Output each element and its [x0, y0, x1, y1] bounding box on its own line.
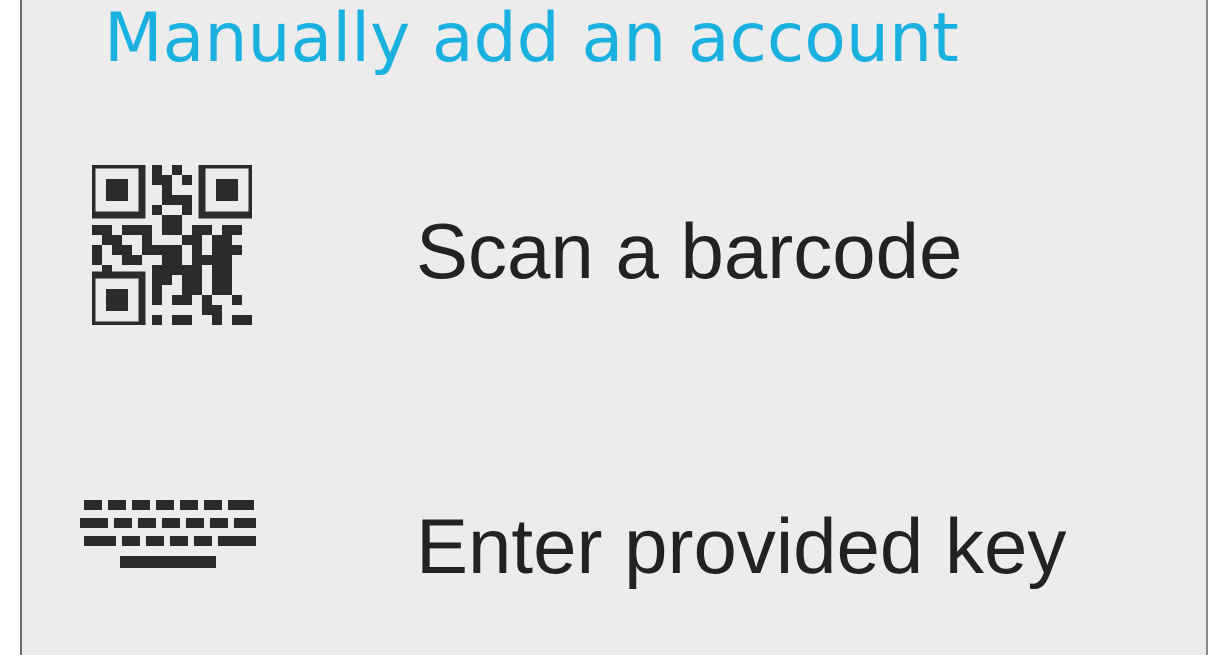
- add-account-panel: Manually add an account Scan a barcode E…: [20, 0, 1208, 655]
- qr-code-icon: [92, 165, 252, 325]
- scan-barcode-option[interactable]: Scan a barcode: [72, 145, 1192, 335]
- scan-barcode-label: Scan a barcode: [416, 207, 963, 295]
- keyboard-icon: [80, 500, 256, 568]
- enter-key-label: Enter provided key: [416, 502, 1067, 590]
- enter-key-option[interactable]: Enter provided key: [72, 448, 1192, 638]
- page-title: Manually add an account: [104, 0, 959, 78]
